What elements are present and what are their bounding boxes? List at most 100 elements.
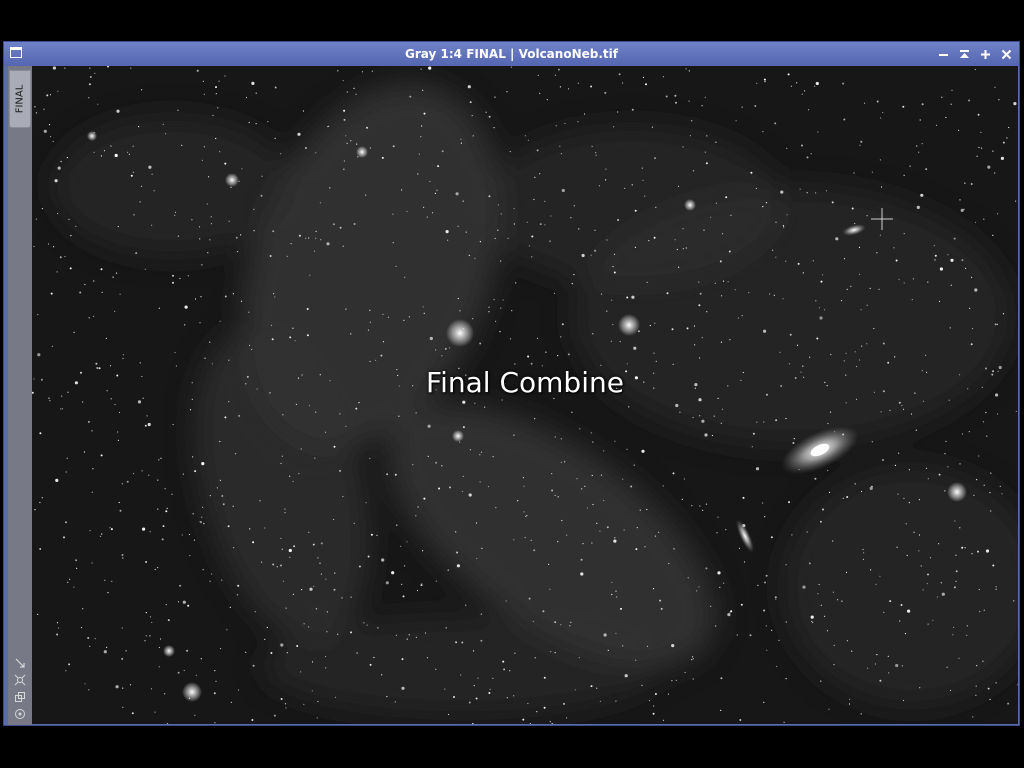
star <box>911 299 913 301</box>
star <box>320 542 323 545</box>
star <box>50 292 53 295</box>
star <box>317 557 319 559</box>
view-identifier-tab[interactable]: FINAL <box>9 70 31 128</box>
star <box>958 129 960 131</box>
star <box>292 480 294 483</box>
star <box>811 620 813 623</box>
star <box>39 548 42 550</box>
crosshair-tool[interactable] <box>12 672 28 687</box>
clone-tool[interactable] <box>12 689 28 704</box>
star <box>851 207 854 210</box>
star <box>533 198 535 201</box>
star <box>79 291 82 294</box>
star <box>210 216 212 218</box>
star <box>366 624 368 626</box>
maximize-button[interactable] <box>977 45 994 63</box>
star <box>313 585 315 588</box>
star <box>515 282 517 284</box>
star <box>506 697 508 699</box>
star <box>783 721 785 723</box>
star <box>870 569 872 571</box>
arrow-tool[interactable] <box>12 655 28 670</box>
star <box>269 255 272 257</box>
star <box>740 603 743 606</box>
star <box>992 564 995 567</box>
view-sidebar: FINAL <box>4 66 32 725</box>
star <box>895 663 899 668</box>
star <box>939 267 944 271</box>
star <box>559 145 561 147</box>
star <box>579 428 581 430</box>
star <box>704 151 706 153</box>
star <box>858 359 861 361</box>
star <box>635 659 637 661</box>
star <box>817 593 819 595</box>
star <box>261 175 263 177</box>
star <box>249 344 251 346</box>
star <box>93 315 95 317</box>
star <box>688 100 690 102</box>
star <box>141 89 143 91</box>
title-bar[interactable]: Gray 1:4 FINAL | VolcanoNeb.tif <box>4 42 1019 66</box>
star <box>715 202 718 204</box>
star <box>662 719 665 722</box>
image-viewport[interactable]: Final Combine <box>32 66 1018 724</box>
star <box>978 146 980 149</box>
star <box>875 583 877 586</box>
star <box>130 174 133 177</box>
star <box>987 687 990 690</box>
star <box>444 347 447 350</box>
image-window: Gray 1:4 FINAL | VolcanoNeb.tif FINAL Fi… <box>3 41 1020 726</box>
star <box>224 416 227 419</box>
star <box>510 66 512 68</box>
star <box>465 231 467 233</box>
star <box>311 690 313 692</box>
star <box>810 153 812 155</box>
star <box>898 278 900 281</box>
star <box>654 535 657 537</box>
star <box>880 411 882 413</box>
shade-button[interactable] <box>956 45 973 63</box>
minimize-button[interactable] <box>935 45 952 63</box>
star <box>199 238 201 240</box>
star <box>701 419 705 423</box>
star <box>887 655 889 657</box>
star <box>1015 410 1017 412</box>
star <box>280 537 282 539</box>
clone-icon <box>15 691 25 702</box>
star <box>122 706 124 709</box>
star <box>396 524 398 526</box>
star <box>634 246 637 248</box>
star <box>612 266 614 268</box>
star <box>720 677 723 680</box>
star <box>158 307 160 309</box>
star <box>716 532 718 534</box>
star <box>983 609 985 611</box>
star <box>631 295 635 299</box>
star <box>327 126 329 128</box>
star <box>94 72 96 74</box>
star <box>976 665 978 667</box>
star <box>567 88 570 90</box>
star <box>401 686 405 690</box>
star <box>837 599 839 601</box>
star <box>951 89 953 91</box>
star <box>292 327 294 329</box>
star <box>43 129 47 133</box>
star <box>52 66 56 70</box>
star <box>208 176 210 178</box>
star <box>818 583 820 586</box>
star <box>882 111 884 114</box>
star <box>317 700 319 703</box>
star <box>438 487 441 490</box>
star <box>445 230 449 234</box>
star <box>756 421 758 423</box>
star <box>846 640 849 642</box>
star <box>686 327 689 330</box>
star <box>270 652 273 654</box>
star <box>509 338 512 340</box>
star <box>315 152 317 154</box>
target-tool[interactable] <box>12 706 28 721</box>
star <box>622 82 624 84</box>
close-button[interactable] <box>998 45 1015 63</box>
